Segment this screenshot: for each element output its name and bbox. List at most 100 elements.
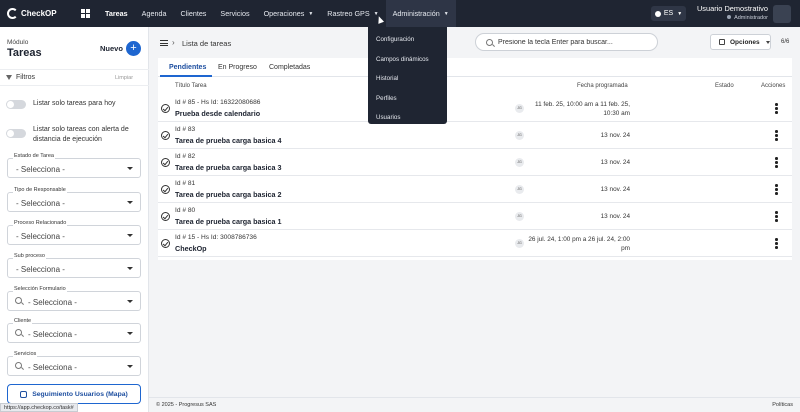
select-servicios[interactable]: Servicios - Selecciona - (7, 351, 141, 376)
table-row[interactable]: Id # 85 - Hs Id: 16322080686 Prueba desd… (158, 95, 792, 122)
select-sub-proceso[interactable]: Sub proceso - Selecciona - (7, 253, 141, 278)
menu-item-usuarios[interactable]: Usuarios (368, 108, 447, 128)
task-id: Id # 82 (175, 153, 196, 160)
toggle-today-tasks[interactable] (6, 100, 26, 109)
options-icon (719, 39, 725, 45)
search-input[interactable] (498, 37, 653, 48)
user-info[interactable]: Usuario Demostrativo Administrador (696, 4, 768, 21)
chevron-down-icon (127, 234, 133, 237)
table-row[interactable]: Id # 83 Tarea de prueba carga basica 4 J… (158, 122, 792, 149)
policies-link[interactable]: Políticas (772, 402, 793, 408)
result-count: 6/6 (781, 39, 790, 45)
more-actions-icon[interactable] (775, 211, 778, 223)
options-button[interactable]: Opciones (710, 34, 771, 50)
user-role-label: Administrador (734, 15, 768, 21)
chevron-down-icon (127, 365, 133, 368)
task-date: 13 nov. 24 (600, 159, 630, 166)
task-id: Id # 15 - Hs Id: 3008786736 (175, 234, 257, 241)
top-navbar: CheckOP Tareas Agenda Clientes Servicios… (0, 0, 800, 27)
menu-item-perfiles[interactable]: Perfiles (368, 89, 447, 109)
task-name[interactable]: Tarea de prueba carga basica 2 (175, 190, 282, 199)
apps-grid-icon[interactable] (81, 9, 90, 18)
more-actions-icon[interactable] (775, 184, 778, 196)
select-cliente[interactable]: Cliente - Selecciona - (7, 318, 141, 343)
nav-operaciones[interactable]: Operaciones ▼ (257, 0, 321, 27)
check-circle-icon[interactable] (161, 239, 170, 248)
map-icon (20, 390, 28, 398)
task-id: Id # 80 (175, 207, 196, 214)
filters-sidebar: Módulo Tareas Nuevo + Filtros Limpiar Li… (0, 27, 149, 412)
hamburger-menu-icon[interactable] (160, 40, 168, 46)
new-task-button[interactable]: + (126, 41, 141, 56)
more-actions-icon[interactable] (775, 103, 778, 115)
module-title: Tareas (7, 47, 42, 59)
field-value: - Selecciona - (16, 165, 65, 174)
nav-tareas[interactable]: Tareas (98, 0, 135, 27)
select-tipo-responsable[interactable]: Tipo de Responsable - Selecciona - (7, 187, 141, 212)
filters-header: Filtros Limpiar (0, 69, 149, 86)
tab-en-progreso[interactable]: En Progreso (218, 64, 257, 71)
toggle-distance-alert[interactable] (6, 129, 26, 138)
more-actions-icon[interactable] (775, 157, 778, 169)
column-header-title: Título Tarea (175, 83, 207, 89)
check-circle-icon[interactable] (161, 158, 170, 167)
field-value: - Selecciona - (28, 298, 77, 307)
task-name[interactable]: CheckOp (175, 244, 207, 253)
check-circle-icon[interactable] (161, 185, 170, 194)
table-row[interactable]: Id # 82 Tarea de prueba carga basica 3 J… (158, 149, 792, 176)
check-circle-icon[interactable] (161, 131, 170, 140)
clear-filters-button[interactable]: Limpiar (115, 75, 133, 81)
check-circle-icon[interactable] (161, 104, 170, 113)
menu-item-historial[interactable]: Historial (368, 69, 447, 89)
select-estado-tarea[interactable]: Estado de Tarea - Selecciona - (7, 153, 141, 178)
brand-logo[interactable]: CheckOP (7, 8, 73, 19)
checkop-logo-icon (7, 8, 18, 19)
user-avatar[interactable] (773, 5, 791, 23)
task-id: Id # 83 (175, 126, 196, 133)
table-row[interactable]: Id # 15 - Hs Id: 3008786736 CheckOp JG 2… (158, 230, 792, 257)
table-row[interactable]: Id # 81 Tarea de prueba carga basica 2 J… (158, 176, 792, 203)
task-name[interactable]: Tarea de prueba carga basica 4 (175, 136, 282, 145)
select-formulario[interactable]: Selección Formulario - Selecciona - (7, 286, 141, 311)
chevron-down-icon (127, 300, 133, 303)
field-label: Estado de Tarea (13, 153, 55, 159)
chevron-down-icon (127, 201, 133, 204)
nav-administracion[interactable]: Administración ▼ (385, 0, 456, 27)
menu-item-configuracion[interactable]: Configuración (368, 30, 447, 50)
nav-clientes[interactable]: Clientes (173, 0, 213, 27)
tab-pendientes[interactable]: Pendientes (169, 64, 206, 71)
chevron-down-icon: ▼ (308, 10, 314, 17)
more-actions-icon[interactable] (775, 238, 778, 250)
more-actions-icon[interactable] (775, 130, 778, 142)
chevron-down-icon (127, 332, 133, 335)
nav-agenda[interactable]: Agenda (135, 0, 174, 27)
language-selector[interactable]: ES ▼ (651, 6, 686, 21)
copyright-text: © 2025 - Progresus SAS (156, 402, 217, 408)
search-icon (15, 362, 22, 369)
task-name[interactable]: Tarea de prueba carga basica 3 (175, 163, 282, 172)
field-value: - Selecciona - (16, 232, 65, 241)
nav-administracion-label: Administración (392, 9, 440, 18)
field-label: Sub proceso (13, 253, 46, 259)
user-role: Administrador (696, 15, 768, 21)
module-label: Módulo (7, 39, 29, 46)
column-header-actions: Acciones (761, 83, 786, 89)
task-date: 13 nov. 24 (600, 213, 630, 220)
search-bar[interactable] (475, 33, 658, 51)
nav-operaciones-label: Operaciones (263, 9, 305, 18)
select-proceso-relacionado[interactable]: Proceso Relacionado - Selecciona - (7, 220, 141, 245)
user-tracking-map-button[interactable]: Seguimiento Usuarios (Mapa) (7, 384, 141, 404)
table-row[interactable]: Id # 80 Tarea de prueba carga basica 1 J… (158, 203, 792, 230)
task-date: 13 nov. 24 (600, 186, 630, 193)
column-header-status: Estado (715, 83, 734, 89)
nav-rastreo-gps[interactable]: Rastreo GPS ▼ (320, 0, 385, 27)
tab-completadas[interactable]: Completadas (269, 64, 310, 71)
field-label: Tipo de Responsable (13, 187, 67, 193)
field-value: - Selecciona - (28, 363, 77, 372)
new-task-label[interactable]: Nuevo (100, 44, 123, 53)
task-name[interactable]: Prueba desde calendario (175, 109, 260, 118)
nav-servicios[interactable]: Servicios (213, 0, 256, 27)
menu-item-campos-dinamicos[interactable]: Campos dinámicos (368, 50, 447, 70)
check-circle-icon[interactable] (161, 212, 170, 221)
task-name[interactable]: Tarea de prueba carga basica 1 (175, 217, 282, 226)
